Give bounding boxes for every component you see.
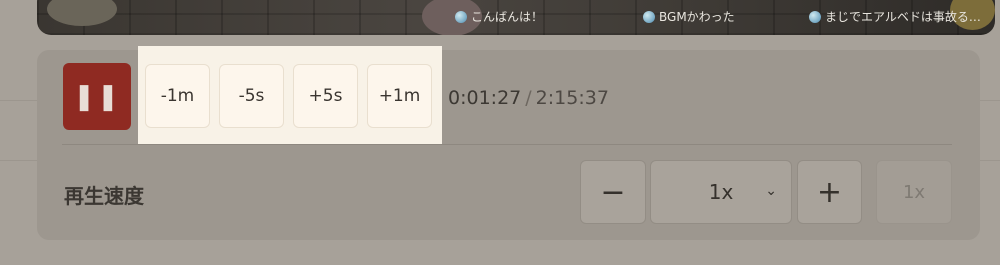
chat-comment: BGMかわった: [643, 8, 735, 25]
comment-text: まじでエアルベドは事故る…: [825, 10, 981, 24]
seek-back-5s-button[interactable]: -5s: [219, 64, 284, 128]
user-avatar-icon: [643, 10, 655, 23]
pause-icon: ❚❚: [73, 81, 121, 112]
chevron-down-icon: ⌄: [765, 183, 777, 199]
chat-comment: まじでエアルベドは事故る…: [809, 8, 981, 25]
speed-select[interactable]: 1x ⌄: [650, 160, 792, 224]
seek-back-1m-button[interactable]: -1m: [145, 64, 210, 128]
playback-speed-label: 再生速度: [64, 184, 144, 208]
comment-text: こんばんは！: [471, 10, 544, 24]
minus-icon: −: [600, 174, 626, 210]
comment-text: BGMかわった: [659, 10, 735, 24]
user-avatar-icon: [455, 10, 467, 23]
pause-button[interactable]: ❚❚: [63, 63, 131, 130]
speed-increase-button[interactable]: +: [797, 160, 862, 224]
total-time: 2:15:37: [535, 87, 609, 109]
background-divider: [0, 160, 37, 161]
current-time: 0:01:27: [448, 87, 522, 109]
chat-comment: こんばんは！: [455, 8, 543, 25]
panel-divider: [62, 144, 952, 145]
speed-decrease-button[interactable]: −: [580, 160, 646, 224]
seek-forward-1m-button[interactable]: +1m: [367, 64, 432, 128]
time-display: 0:01:27/2:15:37: [448, 87, 609, 109]
seek-forward-5s-button[interactable]: +5s: [293, 64, 358, 128]
user-avatar-icon: [809, 10, 821, 23]
video-player[interactable]: こんばんは！ BGMかわった まじでエアルベドは事故る…: [37, 0, 995, 35]
speed-select-value: 1x: [708, 180, 734, 204]
playback-control-panel: ❚❚ -1m -5s +5s +1m 0:01:27/2:15:37 再生速度 …: [37, 46, 980, 240]
time-separator: /: [525, 87, 532, 109]
speed-reset-button[interactable]: 1x: [876, 160, 952, 224]
background-divider: [0, 100, 37, 101]
video-frame-detail: [47, 0, 117, 26]
plus-icon: +: [816, 174, 843, 210]
